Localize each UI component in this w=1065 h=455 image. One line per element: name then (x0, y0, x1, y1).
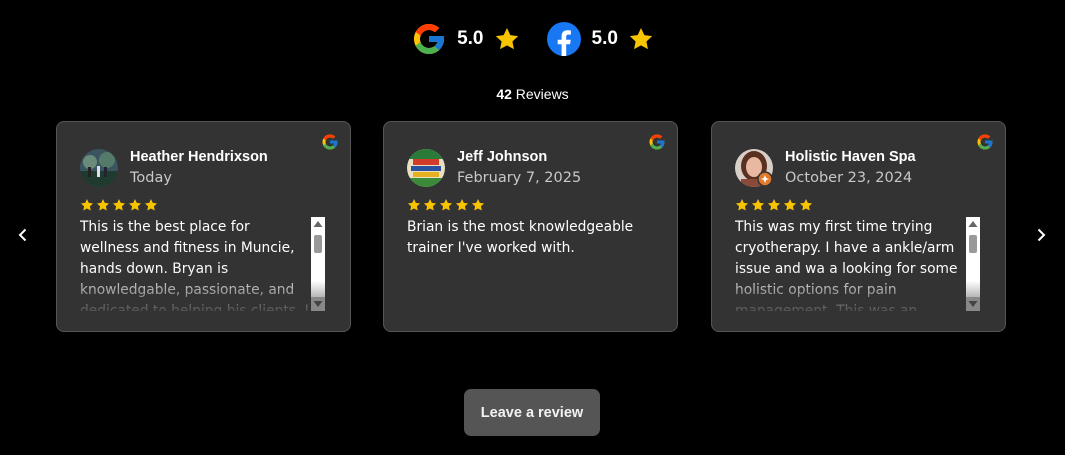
scroll-thumb[interactable] (314, 235, 322, 253)
star-icon (80, 199, 94, 211)
star-icon (128, 199, 142, 211)
star-rating (407, 198, 485, 212)
review-count-label: Reviews (511, 86, 569, 102)
review-date: October 23, 2024 (785, 170, 913, 186)
scroll-up-icon[interactable] (966, 217, 980, 231)
star-icon (471, 199, 485, 211)
review-count: 42 Reviews (0, 86, 1065, 102)
facebook-logo-icon (546, 22, 581, 56)
star-icon (144, 199, 158, 211)
reviewer-name: Heather Hendrixson (130, 149, 268, 165)
facebook-rating: 5.0 (546, 20, 654, 58)
scroll-up-icon[interactable] (311, 217, 325, 231)
star-icon (407, 199, 421, 211)
star-rating (80, 198, 158, 212)
review-card: Holistic Haven Spa October 23, 2024 This… (711, 121, 1006, 332)
star-icon (629, 27, 653, 50)
previous-arrow-icon[interactable] (14, 226, 32, 244)
review-card: Heather Hendrixson Today This is the bes… (56, 121, 351, 332)
star-icon (799, 199, 813, 211)
google-logo-icon (414, 24, 445, 54)
facebook-score: 5.0 (591, 28, 618, 49)
review-date: Today (130, 170, 172, 186)
star-icon (439, 199, 453, 211)
scroll-thumb[interactable] (969, 235, 977, 253)
star-icon (112, 199, 126, 211)
next-arrow-icon[interactable] (1032, 226, 1050, 244)
google-icon[interactable] (648, 133, 666, 151)
reviewer-name: Jeff Johnson (457, 149, 548, 165)
star-icon (96, 199, 110, 211)
avatar (735, 149, 773, 187)
scroll-down-icon[interactable] (311, 297, 325, 311)
star-icon (783, 199, 797, 211)
rating-summary: 5.0 5.0 (0, 20, 1065, 58)
google-score: 5.0 (457, 28, 484, 49)
review-date: February 7, 2025 (457, 170, 582, 186)
star-icon (495, 27, 518, 50)
star-icon (751, 199, 765, 211)
google-icon[interactable] (976, 133, 994, 151)
leave-review-button[interactable]: Leave a review (464, 389, 600, 436)
star-icon (455, 199, 469, 211)
review-scrollbar[interactable] (966, 217, 980, 311)
scroll-down-icon[interactable] (966, 297, 980, 311)
google-rating: 5.0 (411, 20, 519, 58)
star-rating (735, 198, 813, 212)
google-icon[interactable] (321, 133, 339, 151)
star-icon (767, 199, 781, 211)
review-scrollbar[interactable] (311, 217, 325, 311)
review-count-number: 42 (496, 86, 512, 102)
avatar (407, 149, 445, 187)
review-text: Brian is the most knowledgeable trainer … (407, 219, 634, 256)
review-text: This was my first time trying cryotherap… (735, 219, 958, 311)
review-card: Jeff Johnson February 7, 2025 Brian is t… (383, 121, 678, 332)
avatar (80, 149, 118, 187)
review-text: This is the best place for wellness and … (80, 219, 309, 311)
star-icon (735, 199, 749, 211)
star-icon (423, 199, 437, 211)
reviewer-name: Holistic Haven Spa (785, 149, 916, 165)
